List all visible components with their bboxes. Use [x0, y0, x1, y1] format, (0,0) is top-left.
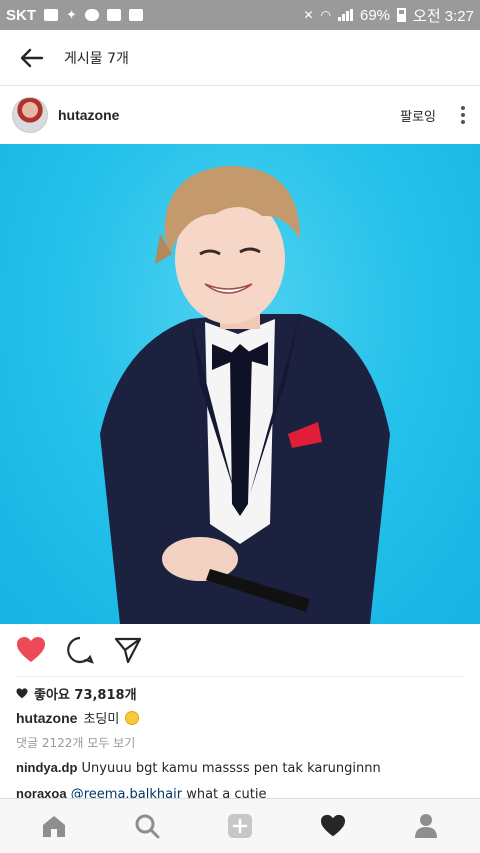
nav-profile-button[interactable] — [396, 804, 456, 848]
comment-username[interactable]: noraxoa — [16, 786, 67, 798]
caption-username[interactable]: hutazone — [16, 710, 77, 726]
back-arrow-icon — [20, 48, 44, 67]
bottom-navigation — [0, 798, 480, 853]
small-heart-icon — [16, 688, 28, 699]
view-all-comments-link[interactable]: 댓글 2122개 모두 보기 — [16, 734, 135, 751]
comment-username[interactable]: nindya.dp — [16, 760, 77, 775]
nav-add-button[interactable] — [210, 804, 270, 848]
gallery-notification-icon — [44, 9, 58, 21]
twitter-notification-icon: ✦ — [66, 7, 77, 22]
chat-notification-icon — [84, 9, 99, 21]
top-bar: 게시물 7개 — [0, 30, 480, 86]
mute-icon: ✕ — [303, 8, 314, 22]
following-button[interactable]: 팔로잉 — [400, 106, 436, 125]
nav-activity-button[interactable] — [303, 804, 363, 848]
caption-text: 초딩미 — [83, 712, 120, 727]
back-button[interactable] — [0, 30, 64, 85]
wifi-icon: ◠ — [320, 8, 331, 22]
page-title: 게시물 7개 — [64, 50, 129, 67]
heart-filled-icon[interactable] — [16, 636, 46, 664]
search-icon — [135, 814, 160, 839]
nav-search-button[interactable] — [117, 804, 177, 848]
comment-text: what a cutie — [186, 787, 267, 798]
post-photo[interactable] — [0, 144, 480, 624]
avatar[interactable] — [12, 97, 48, 133]
share-icon[interactable] — [114, 636, 142, 664]
more-options-icon[interactable] — [458, 106, 468, 124]
likes-label: 좋아요 73,818개 — [34, 688, 137, 703]
profile-icon — [414, 814, 437, 838]
add-icon — [227, 814, 252, 838]
battery-percent: 69% — [360, 6, 391, 24]
post-username[interactable]: hutazone — [58, 107, 119, 123]
comment-item: nindya.dp Unyuuu bgt kamu massss pen tak… — [16, 760, 381, 776]
carrier-label: SKT — [6, 6, 36, 24]
battery-icon — [397, 8, 407, 22]
person-photo-illustration — [100, 165, 390, 624]
comment-text: Unyuuu bgt kamu massss pen tak karunginn… — [81, 761, 381, 776]
activity-heart-icon — [320, 814, 345, 837]
home-icon — [43, 816, 66, 837]
mail-notification-icon — [106, 9, 121, 21]
comment-icon[interactable] — [66, 636, 94, 664]
post-header: hutazone 팔로잉 — [0, 86, 480, 144]
message-notification-icon — [128, 9, 143, 21]
caption: hutazone 초딩미 — [16, 708, 140, 727]
status-bar: SKT ✦ ✕ ◠ 69% 오전 3:27 — [0, 0, 480, 30]
likes-count[interactable]: 좋아요 73,818개 — [16, 684, 137, 703]
nav-home-button[interactable] — [24, 804, 84, 848]
divider — [16, 676, 464, 677]
post-actions — [0, 624, 480, 676]
comment-mention[interactable]: @reema.balkhair — [71, 787, 182, 798]
smiley-emoji-icon — [125, 710, 140, 725]
clock: 오전 3:27 — [413, 7, 474, 25]
comment-item: noraxoa @reema.balkhair what a cutie — [16, 786, 266, 798]
signal-icon — [338, 9, 353, 21]
